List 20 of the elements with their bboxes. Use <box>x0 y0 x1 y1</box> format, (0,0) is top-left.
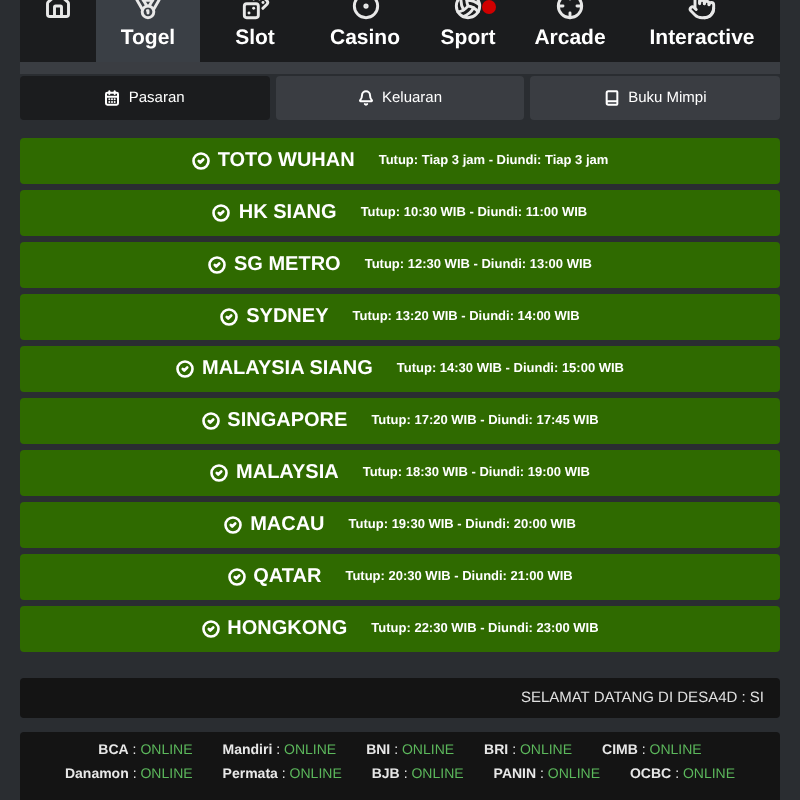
check-icon <box>191 152 210 170</box>
check-icon <box>224 516 243 534</box>
medal-icon <box>134 0 162 20</box>
check-icon <box>208 256 226 274</box>
check-icon <box>201 620 220 638</box>
check-icon <box>210 464 229 482</box>
crosshair-icon <box>556 0 584 20</box>
check-icon <box>220 308 239 326</box>
check-icon <box>175 360 194 378</box>
check-icon <box>201 412 220 430</box>
check-icon <box>227 568 246 586</box>
book-icon <box>604 90 621 106</box>
bell-icon <box>357 90 374 106</box>
nav-tab[interactable]: Togel <box>96 0 200 62</box>
calendar-icon <box>104 90 121 106</box>
house-icon <box>44 0 72 20</box>
check-icon <box>212 204 231 222</box>
pointer-icon <box>688 0 716 20</box>
chip-icon <box>351 0 379 20</box>
dice-icon <box>241 0 269 20</box>
